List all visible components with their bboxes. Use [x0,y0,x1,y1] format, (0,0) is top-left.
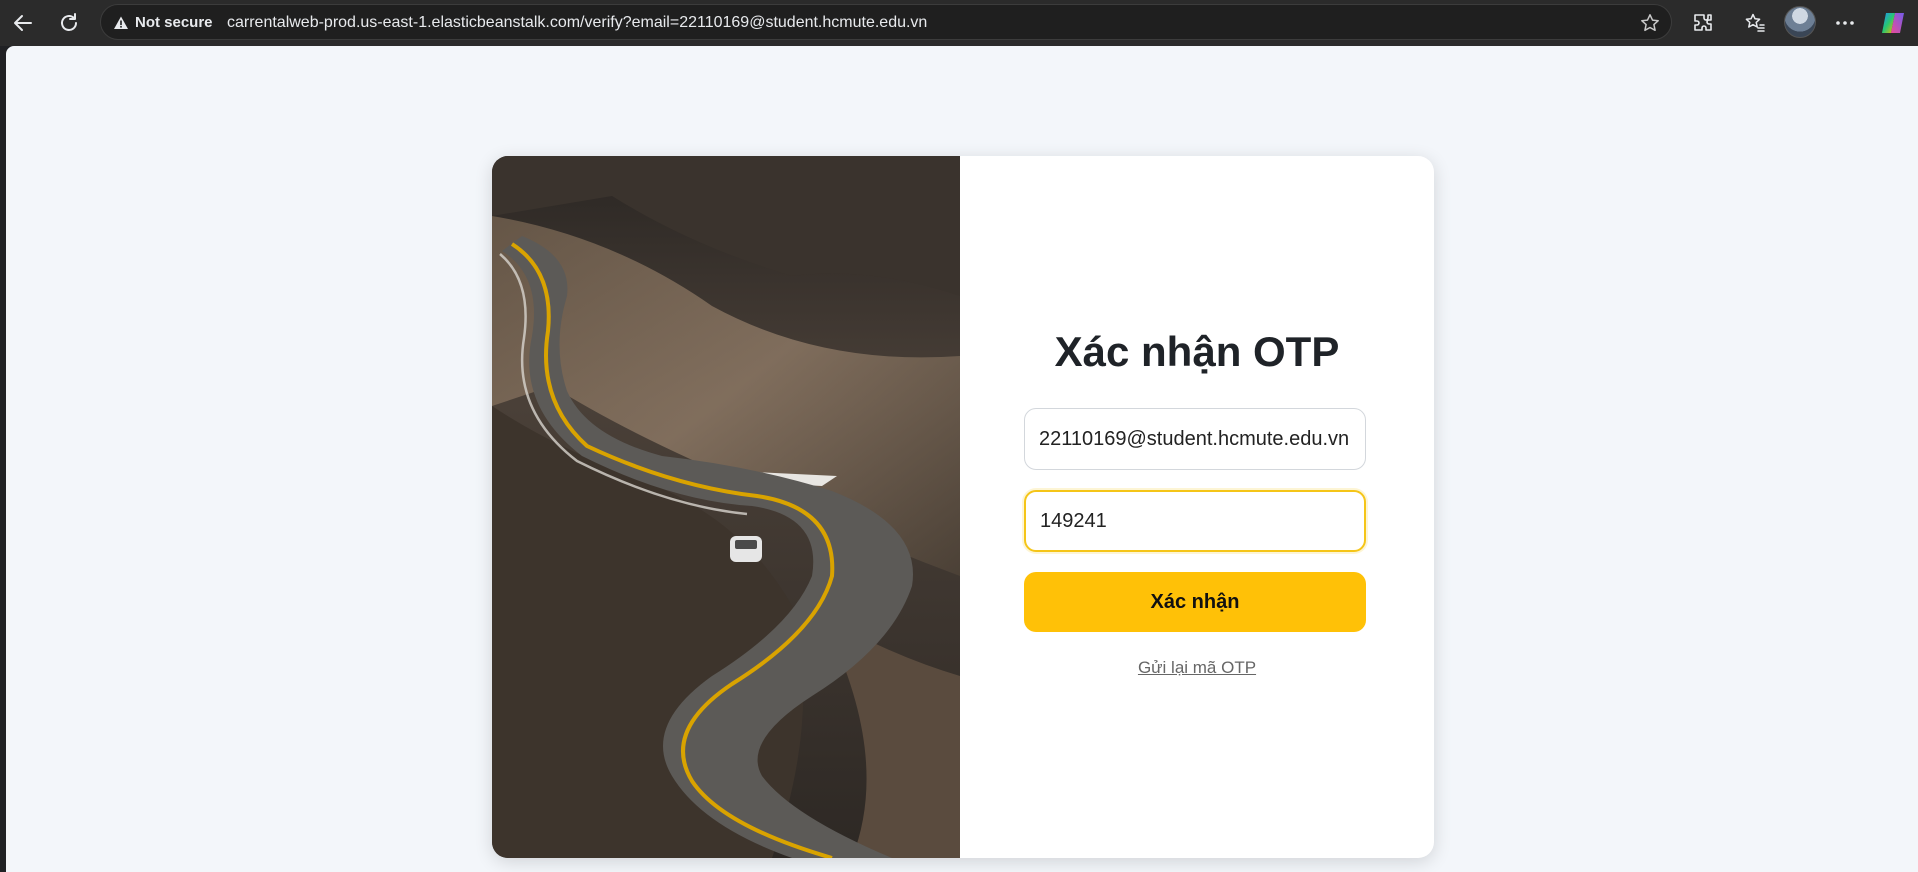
extensions-icon [1694,14,1712,31]
back-button[interactable] [8,8,38,38]
more-icon [1836,21,1854,25]
avatar[interactable] [1784,6,1816,38]
otp-form: Xác nhận OTP Xác nhận Gửi lại mã OTP [960,156,1434,858]
extensions-button[interactable] [1688,8,1718,38]
reload-button[interactable] [54,8,84,38]
back-arrow-icon [14,15,32,31]
favorites-icon [1745,13,1765,32]
more-button[interactable] [1830,8,1860,38]
url-text[interactable]: carrentalweb-prod.us-east-1.elasticbeans… [227,14,927,32]
copilot-button[interactable] [1878,8,1908,38]
otp-card: Xác nhận OTP Xác nhận Gửi lại mã OTP [492,156,1434,858]
copilot-icon [1882,13,1904,33]
otp-input[interactable] [1024,490,1366,552]
reload-icon [61,13,77,31]
resend-otp-link[interactable]: Gửi lại mã OTP [960,658,1434,678]
page-title: Xác nhận OTP [1054,328,1340,375]
email-field[interactable] [1024,408,1366,470]
road-photo [492,156,960,858]
submit-button[interactable]: Xác nhận [1024,572,1366,632]
favorites-button[interactable] [1740,8,1770,38]
address-bar[interactable]: Not secure carrentalweb-prod.us-east-1.e… [100,4,1672,40]
star-icon [1641,14,1659,32]
browser-toolbar: Not secure carrentalweb-prod.us-east-1.e… [0,0,1918,46]
page-viewport: Xác nhận OTP Xác nhận Gửi lại mã OTP [6,46,1918,872]
security-label[interactable]: Not secure [135,14,213,31]
bookmark-button[interactable] [1639,12,1661,34]
warning-icon [114,16,128,29]
